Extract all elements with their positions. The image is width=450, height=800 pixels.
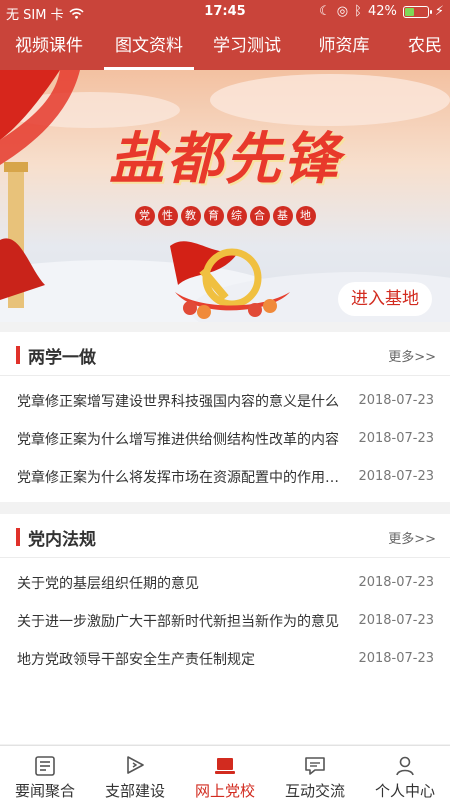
newspaper-icon — [35, 756, 55, 776]
section-header: 党内法规 更多>> — [0, 514, 450, 558]
subtitle-char: 地 — [295, 206, 316, 226]
bluetooth-icon: ᛒ — [354, 4, 362, 19]
more-link[interactable]: 更多>> — [388, 346, 436, 365]
item-title: 关于党的基层组织任期的意见 — [17, 576, 199, 592]
item-date: 2018-07-23 — [358, 469, 434, 484]
banner-subtitle: 党 性 教 育 综 合 基 地 — [0, 206, 450, 226]
rotation-lock-icon: ◎ — [336, 4, 349, 19]
charging-icon: ⚡ — [434, 4, 444, 19]
flag-icon — [127, 756, 144, 774]
item-title: 关于进一步激励广大干部新时代新担当新作为的意见 — [17, 614, 339, 630]
chat-icon — [305, 757, 325, 775]
laptop-icon — [215, 758, 235, 774]
list-item[interactable]: 关于党的基层组织任期的意见 2018-07-23 — [0, 564, 450, 602]
item-title: 党章修正案为什么增写推进供给侧结构性改革的内容 — [17, 432, 339, 448]
subtitle-char: 党 — [134, 206, 155, 226]
section-marker — [16, 346, 20, 364]
status-right: ☾ ◎ ᛒ 42% ⚡ — [319, 4, 444, 19]
moon-icon: ☾ — [319, 4, 331, 19]
item-date: 2018-07-23 — [358, 431, 434, 446]
list-item[interactable]: 党章修正案增写建设世界科技强国内容的意义是什么 2018-07-23 — [0, 382, 450, 420]
nav-label: 个人中心 — [374, 782, 435, 800]
tab-study-test[interactable]: 学习测试 — [207, 24, 287, 70]
nav-label: 网上党校 — [194, 782, 255, 800]
status-bar: 无 SIM 卡 17:45 ☾ ◎ ᛒ 42% ⚡ — [0, 0, 450, 24]
section-title: 两学一做 — [28, 348, 96, 368]
banner[interactable]: 盐都先锋 党 性 教 育 综 合 基 地 进入基地 — [0, 70, 450, 322]
subtitle-char: 综 — [226, 206, 247, 226]
tab-farmers[interactable]: 农民 — [400, 24, 450, 70]
list-item[interactable]: 党章修正案为什么增写推进供给侧结构性改革的内容 2018-07-23 — [0, 420, 450, 458]
item-title: 地方党政领导干部安全生产责任制规定 — [17, 652, 255, 668]
section-title: 党内法规 — [28, 530, 96, 550]
banner-title: 盐都先锋 — [109, 126, 341, 192]
nav-online-party-school[interactable]: 网上党校 — [180, 746, 270, 800]
section-party-regulations: 党内法规 更多>> 关于党的基层组织任期的意见 2018-07-23 关于进一步… — [0, 514, 450, 744]
subtitle-char: 基 — [272, 206, 293, 226]
subtitle-char: 育 — [203, 206, 224, 226]
section-marker — [16, 528, 20, 546]
battery-fill — [404, 7, 415, 16]
subtitle-char: 合 — [249, 206, 270, 226]
category-tabs: 视频课件 图文资料 学习测试 师资库 农民 — [0, 24, 450, 70]
battery-icon — [402, 5, 432, 18]
item-date: 2018-07-23 — [358, 613, 434, 628]
tab-text-materials[interactable]: 图文资料 — [104, 24, 194, 70]
list-item[interactable]: 地方党政领导干部安全生产责任制规定 2018-07-23 — [0, 640, 450, 678]
nav-label: 支部建设 — [104, 782, 165, 800]
item-title: 党章修正案为什么将发挥市场在资源配置中的作用写入 — [17, 470, 347, 486]
item-date: 2018-07-23 — [358, 393, 434, 408]
item-title: 党章修正案增写建设世界科技强国内容的意义是什么 — [17, 394, 339, 410]
person-icon — [396, 756, 414, 776]
battery-percent: 42% — [367, 4, 397, 19]
enter-base-button[interactable]: 进入基地 — [338, 282, 432, 316]
subtitle-char: 性 — [157, 206, 178, 226]
bottom-nav: 要闻聚合 支部建设 网上党校 互动交流 个人中心 — [0, 745, 450, 800]
list-item[interactable]: 党章修正案为什么将发挥市场在资源配置中的作用写入 2018-07-23 — [0, 458, 450, 496]
nav-label: 互动交流 — [284, 782, 345, 800]
nav-interaction[interactable]: 互动交流 — [270, 746, 360, 800]
tab-video-courseware[interactable]: 视频课件 — [9, 24, 89, 70]
nav-news-aggregation[interactable]: 要闻聚合 — [0, 746, 90, 800]
nav-personal-center[interactable]: 个人中心 — [360, 746, 450, 800]
item-date: 2018-07-23 — [358, 575, 434, 590]
nav-label: 要闻聚合 — [14, 782, 75, 800]
item-date: 2018-07-23 — [358, 651, 434, 666]
nav-branch-building[interactable]: 支部建设 — [90, 746, 180, 800]
subtitle-char: 教 — [180, 206, 201, 226]
section-header: 两学一做 更多>> — [0, 332, 450, 376]
more-link[interactable]: 更多>> — [388, 528, 436, 547]
list-item[interactable]: 关于进一步激励广大干部新时代新担当新作为的意见 2018-07-23 — [0, 602, 450, 640]
tab-teacher-library[interactable]: 师资库 — [306, 24, 382, 70]
section-two-studies: 两学一做 更多>> 党章修正案增写建设世界科技强国内容的意义是什么 2018-0… — [0, 332, 450, 502]
